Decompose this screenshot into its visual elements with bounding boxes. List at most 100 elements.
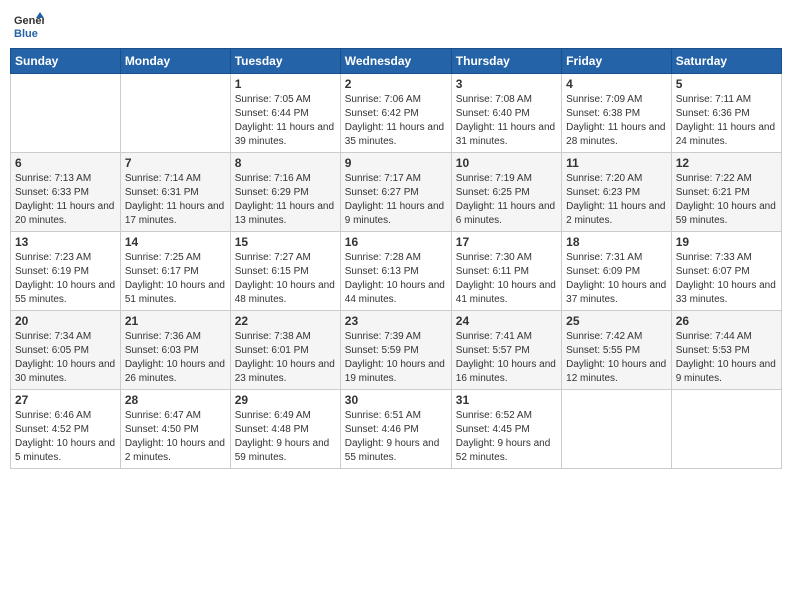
logo-icon: General Blue	[14, 10, 44, 40]
calendar-cell: 26Sunrise: 7:44 AM Sunset: 5:53 PM Dayli…	[671, 311, 781, 390]
calendar-cell: 2 Sunrise: 7:06 AM Sunset: 6:42 PM Daylig…	[340, 74, 451, 153]
day-info: Sunrise: 7:23 AM Sunset: 6:19 PM Dayligh…	[15, 251, 116, 307]
calendar-cell: 7 Sunrise: 7:14 AM Sunset: 6:31 PM Daylig…	[120, 153, 230, 232]
day-number: 2	[345, 77, 447, 91]
day-number: 19	[676, 235, 777, 249]
calendar-cell	[11, 74, 121, 153]
day-number: 24	[456, 314, 557, 328]
day-info: Sunrise: 7:13 AM Sunset: 6:33 PM Dayligh…	[15, 172, 116, 228]
calendar-cell: 5 Sunrise: 7:11 AM Sunset: 6:36 PM Daylig…	[671, 74, 781, 153]
calendar-cell: 30 Sunrise: 6:51 AM Sunset: 4:46 PM Dayli…	[340, 390, 451, 469]
calendar-cell: 3 Sunrise: 7:08 AM Sunset: 6:40 PM Daylig…	[451, 74, 561, 153]
day-number: 28	[125, 393, 226, 407]
day-number: 23	[345, 314, 447, 328]
calendar-table: SundayMondayTuesdayWednesdayThursdayFrid…	[10, 48, 782, 469]
logo: General Blue	[14, 10, 46, 40]
calendar-cell: 25 Sunrise: 7:42 AM Sunset: 5:55 PM Dayli…	[562, 311, 672, 390]
day-info: Sunrise: 7:42 AM Sunset: 5:55 PM Dayligh…	[566, 330, 667, 386]
calendar-week-row: 6 Sunrise: 7:13 AM Sunset: 6:33 PM Daylig…	[11, 153, 782, 232]
calendar-cell	[120, 74, 230, 153]
day-number: 6	[15, 156, 116, 170]
day-number: 1	[235, 77, 336, 91]
day-of-week-header: Wednesday	[340, 49, 451, 74]
day-info: Sunrise: 7:19 AM Sunset: 6:25 PM Dayligh…	[456, 172, 557, 228]
day-info: Sunrise: 7:14 AM Sunset: 6:31 PM Dayligh…	[125, 172, 226, 228]
calendar-cell: 15Sunrise: 7:27 AM Sunset: 6:15 PM Dayli…	[230, 232, 340, 311]
day-number: 9	[345, 156, 447, 170]
day-number: 8	[235, 156, 336, 170]
day-info: Sunrise: 7:16 AM Sunset: 6:29 PM Dayligh…	[235, 172, 336, 228]
calendar-cell: 6 Sunrise: 7:13 AM Sunset: 6:33 PM Daylig…	[11, 153, 121, 232]
calendar-cell: 14Sunrise: 7:25 AM Sunset: 6:17 PM Dayli…	[120, 232, 230, 311]
day-info: Sunrise: 6:49 AM Sunset: 4:48 PM Dayligh…	[235, 409, 336, 465]
day-info: Sunrise: 7:33 AM Sunset: 6:07 PM Dayligh…	[676, 251, 777, 307]
day-number: 10	[456, 156, 557, 170]
calendar-cell: 22 Sunrise: 7:38 AM Sunset: 6:01 PM Dayli…	[230, 311, 340, 390]
calendar-week-row: 13 Sunrise: 7:23 AM Sunset: 6:19 PM Dayli…	[11, 232, 782, 311]
calendar-cell: 11Sunrise: 7:20 AM Sunset: 6:23 PM Dayli…	[562, 153, 672, 232]
day-info: Sunrise: 7:41 AM Sunset: 5:57 PM Dayligh…	[456, 330, 557, 386]
calendar-cell	[562, 390, 672, 469]
calendar-cell: 19 Sunrise: 7:33 AM Sunset: 6:07 PM Dayli…	[671, 232, 781, 311]
day-info: Sunrise: 7:28 AM Sunset: 6:13 PM Dayligh…	[345, 251, 447, 307]
day-info: Sunrise: 7:34 AM Sunset: 6:05 PM Dayligh…	[15, 330, 116, 386]
day-number: 13	[15, 235, 116, 249]
day-number: 17	[456, 235, 557, 249]
day-number: 29	[235, 393, 336, 407]
day-info: Sunrise: 7:38 AM Sunset: 6:01 PM Dayligh…	[235, 330, 336, 386]
day-info: Sunrise: 7:17 AM Sunset: 6:27 PM Dayligh…	[345, 172, 447, 228]
calendar-cell: 18Sunrise: 7:31 AM Sunset: 6:09 PM Dayli…	[562, 232, 672, 311]
day-of-week-header: Monday	[120, 49, 230, 74]
day-number: 20	[15, 314, 116, 328]
day-info: Sunrise: 7:11 AM Sunset: 6:36 PM Dayligh…	[676, 93, 777, 149]
day-info: Sunrise: 7:06 AM Sunset: 6:42 PM Dayligh…	[345, 93, 447, 149]
day-info: Sunrise: 7:39 AM Sunset: 5:59 PM Dayligh…	[345, 330, 447, 386]
day-number: 12	[676, 156, 777, 170]
day-info: Sunrise: 7:05 AM Sunset: 6:44 PM Dayligh…	[235, 93, 336, 149]
calendar-cell: 4Sunrise: 7:09 AM Sunset: 6:38 PM Daylig…	[562, 74, 672, 153]
day-number: 16	[345, 235, 447, 249]
day-of-week-header: Saturday	[671, 49, 781, 74]
day-info: Sunrise: 7:08 AM Sunset: 6:40 PM Dayligh…	[456, 93, 557, 149]
day-number: 30	[345, 393, 447, 407]
day-number: 27	[15, 393, 116, 407]
day-of-week-header: Sunday	[11, 49, 121, 74]
calendar-week-row: 1 Sunrise: 7:05 AM Sunset: 6:44 PM Daylig…	[11, 74, 782, 153]
calendar-week-row: 27 Sunrise: 6:46 AM Sunset: 4:52 PM Dayli…	[11, 390, 782, 469]
calendar-cell: 28Sunrise: 6:47 AM Sunset: 4:50 PM Dayli…	[120, 390, 230, 469]
calendar-cell: 10 Sunrise: 7:19 AM Sunset: 6:25 PM Dayli…	[451, 153, 561, 232]
day-info: Sunrise: 6:46 AM Sunset: 4:52 PM Dayligh…	[15, 409, 116, 465]
day-number: 14	[125, 235, 226, 249]
calendar-cell: 21 Sunrise: 7:36 AM Sunset: 6:03 PM Dayli…	[120, 311, 230, 390]
day-number: 3	[456, 77, 557, 91]
day-info: Sunrise: 6:51 AM Sunset: 4:46 PM Dayligh…	[345, 409, 447, 465]
svg-text:Blue: Blue	[14, 28, 38, 40]
calendar-cell: 17 Sunrise: 7:30 AM Sunset: 6:11 PM Dayli…	[451, 232, 561, 311]
day-info: Sunrise: 7:44 AM Sunset: 5:53 PM Dayligh…	[676, 330, 777, 386]
page-header: General Blue	[10, 10, 782, 40]
calendar-cell: 12Sunrise: 7:22 AM Sunset: 6:21 PM Dayli…	[671, 153, 781, 232]
day-number: 22	[235, 314, 336, 328]
day-of-week-header: Thursday	[451, 49, 561, 74]
calendar-cell: 13 Sunrise: 7:23 AM Sunset: 6:19 PM Dayli…	[11, 232, 121, 311]
calendar-header-row: SundayMondayTuesdayWednesdayThursdayFrid…	[11, 49, 782, 74]
day-info: Sunrise: 7:31 AM Sunset: 6:09 PM Dayligh…	[566, 251, 667, 307]
day-number: 11	[566, 156, 667, 170]
calendar-cell: 8 Sunrise: 7:16 AM Sunset: 6:29 PM Daylig…	[230, 153, 340, 232]
day-number: 21	[125, 314, 226, 328]
day-number: 15	[235, 235, 336, 249]
day-info: Sunrise: 7:36 AM Sunset: 6:03 PM Dayligh…	[125, 330, 226, 386]
calendar-cell: 23 Sunrise: 7:39 AM Sunset: 5:59 PM Dayli…	[340, 311, 451, 390]
calendar-cell: 20 Sunrise: 7:34 AM Sunset: 6:05 PM Dayli…	[11, 311, 121, 390]
day-number: 25	[566, 314, 667, 328]
day-info: Sunrise: 7:30 AM Sunset: 6:11 PM Dayligh…	[456, 251, 557, 307]
calendar-week-row: 20 Sunrise: 7:34 AM Sunset: 6:05 PM Dayli…	[11, 311, 782, 390]
day-of-week-header: Friday	[562, 49, 672, 74]
day-number: 7	[125, 156, 226, 170]
day-number: 4	[566, 77, 667, 91]
day-info: Sunrise: 6:52 AM Sunset: 4:45 PM Dayligh…	[456, 409, 557, 465]
calendar-cell: 16 Sunrise: 7:28 AM Sunset: 6:13 PM Dayli…	[340, 232, 451, 311]
day-number: 5	[676, 77, 777, 91]
day-of-week-header: Tuesday	[230, 49, 340, 74]
calendar-cell: 27 Sunrise: 6:46 AM Sunset: 4:52 PM Dayli…	[11, 390, 121, 469]
